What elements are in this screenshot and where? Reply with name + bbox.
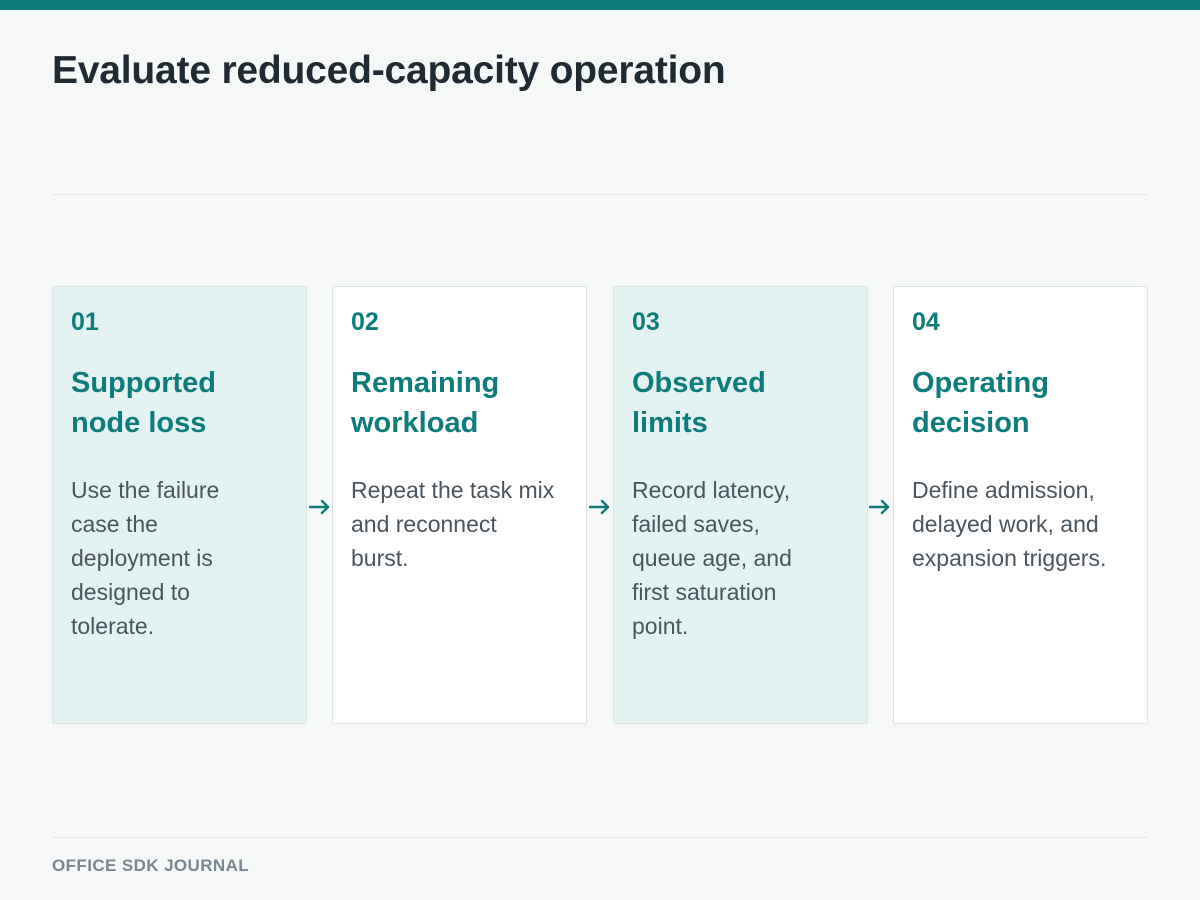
step-number: 03: [632, 308, 660, 336]
step-title: Operating decision: [912, 367, 1049, 439]
footer-brand: OFFICE SDK JOURNAL: [52, 856, 250, 875]
step-title: Remaining workload: [351, 367, 500, 439]
step-number: 04: [912, 308, 940, 336]
step-description: Record latency, failed saves, queue age,…: [632, 477, 792, 639]
top-accent-bar: [0, 0, 1200, 10]
step-card-1: 01 Supported node loss Use the failure c…: [52, 286, 307, 724]
step-description: Define admission, delayed work, and expa…: [912, 477, 1107, 571]
step-cards: 01 Supported node loss Use the failure c…: [52, 286, 1148, 724]
arrow-right-icon: [588, 499, 610, 515]
divider-bottom: [52, 837, 1148, 838]
step-number: 02: [351, 308, 379, 336]
page-title: Evaluate reduced-capacity operation: [52, 49, 726, 92]
divider-top: [52, 194, 1148, 195]
step-description: Repeat the task mix and reconnect burst.: [351, 477, 555, 571]
arrow-right-icon: [868, 499, 890, 515]
step-title: Supported node loss: [71, 367, 216, 439]
step-description: Use the failure case the deployment is d…: [71, 477, 220, 639]
step-number: 01: [71, 308, 99, 336]
step-card-3: 03 Observed limits Record latency, faile…: [613, 286, 868, 724]
step-card-2: 02 Remaining workload Repeat the task mi…: [332, 286, 587, 724]
step-card-4: 04 Operating decision Define admission, …: [893, 286, 1148, 724]
step-title: Observed limits: [632, 367, 766, 439]
arrow-right-icon: [308, 499, 330, 515]
